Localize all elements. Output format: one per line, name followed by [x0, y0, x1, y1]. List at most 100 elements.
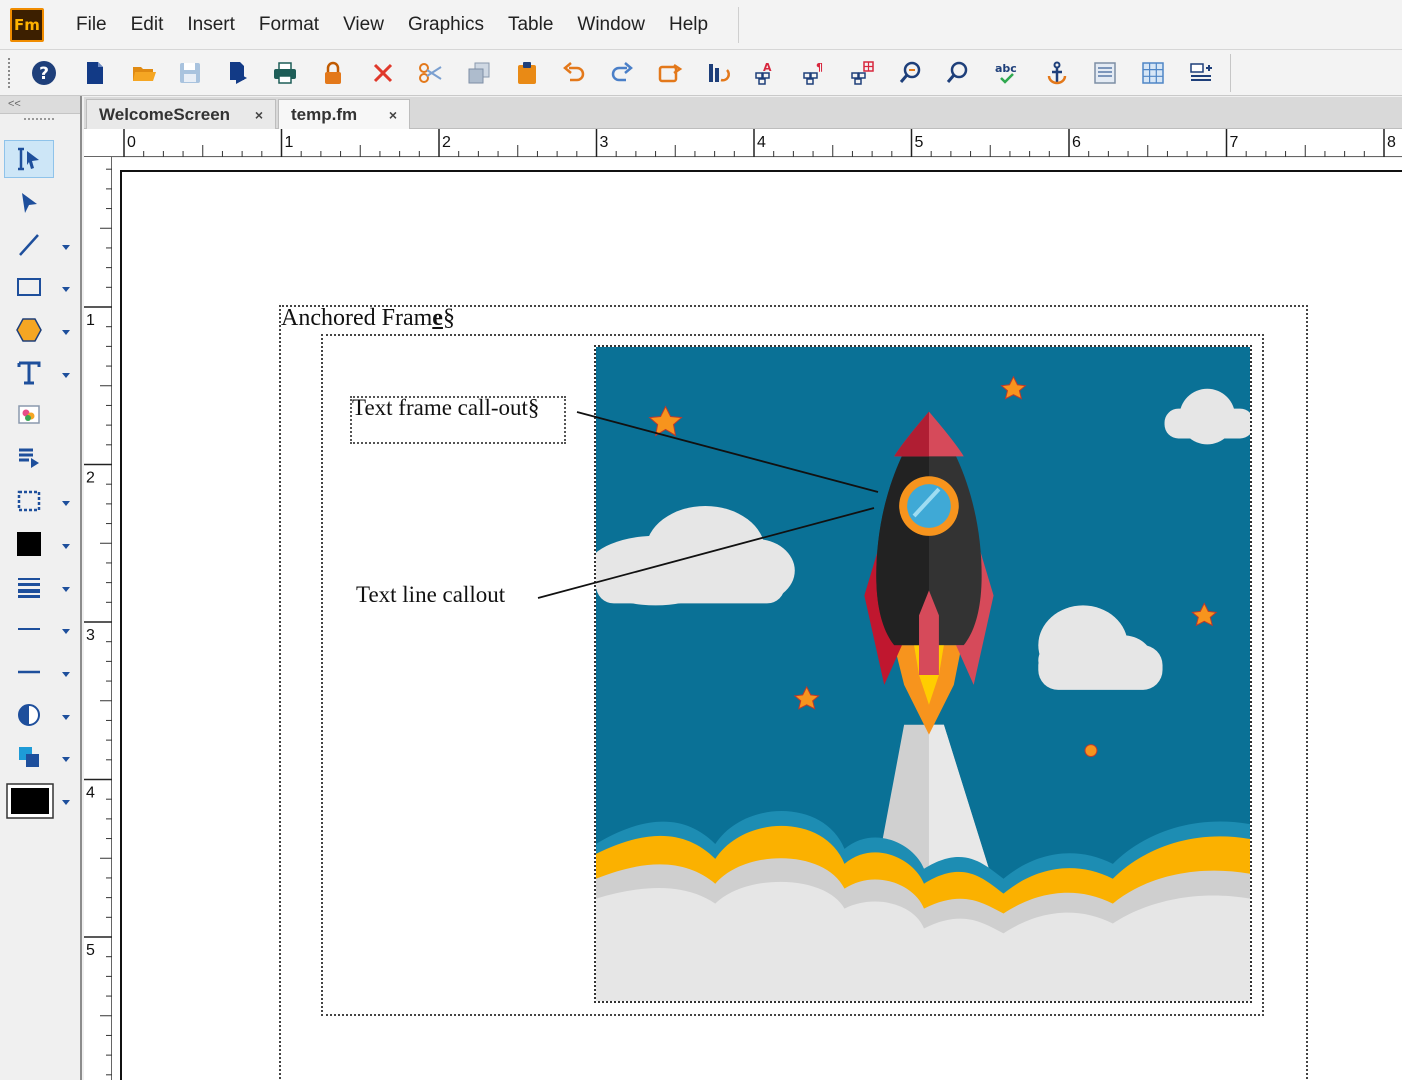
- tab-welcomescreen[interactable]: WelcomeScreen ×: [86, 99, 276, 129]
- line-tool-dropdown-icon[interactable]: [60, 240, 72, 252]
- repeat-icon[interactable]: [655, 58, 685, 88]
- svg-text:abc: abc: [995, 62, 1017, 75]
- palette-collapse-button[interactable]: <<: [0, 96, 80, 114]
- image-tool-icon[interactable]: [4, 396, 54, 434]
- toolbar-grip[interactable]: [8, 58, 12, 88]
- new-document-icon[interactable]: [80, 58, 110, 88]
- text-tool-icon[interactable]: [4, 354, 54, 392]
- ruler-label: 5: [86, 942, 95, 959]
- main-toolbar: ? A ¶ abc: [0, 50, 1402, 96]
- save-as-icon[interactable]: [222, 58, 252, 88]
- insert-row-icon[interactable]: [1186, 58, 1216, 88]
- close-icon[interactable]: ×: [255, 107, 263, 123]
- undo-icon[interactable]: [559, 58, 589, 88]
- ruler-label: 1: [86, 312, 95, 329]
- callout-frame-text[interactable]: Text frame call-out§: [352, 395, 539, 421]
- svg-text:A: A: [763, 61, 772, 74]
- anchor-symbol: e: [432, 305, 443, 331]
- document-tabs: WelcomeScreen × temp.fm ×: [84, 97, 1402, 129]
- ruler-label: 3: [600, 134, 609, 151]
- tint-dropdown-icon[interactable]: [60, 710, 72, 722]
- svg-text:?: ?: [39, 64, 49, 84]
- help-icon[interactable]: ?: [29, 58, 59, 88]
- menu-graphics[interactable]: Graphics: [396, 0, 496, 50]
- paste-icon[interactable]: [512, 58, 542, 88]
- text-frame-icon[interactable]: [1090, 58, 1120, 88]
- palette-grip[interactable]: [24, 118, 54, 124]
- polygon-tool-dropdown-icon[interactable]: [60, 325, 72, 337]
- spell-check-icon[interactable]: abc: [991, 58, 1021, 88]
- pen-color-dropdown-icon[interactable]: [60, 795, 72, 807]
- zoom-icon[interactable]: [943, 58, 973, 88]
- polygon-tool-icon[interactable]: [4, 311, 54, 349]
- line-style-icon[interactable]: [4, 653, 54, 691]
- character-format-icon[interactable]: A: [752, 58, 782, 88]
- ruler-label: 2: [86, 470, 95, 487]
- pen-color-icon[interactable]: [4, 780, 56, 822]
- paragraph-format-icon[interactable]: ¶: [800, 58, 830, 88]
- ruler-label: 0: [127, 134, 136, 151]
- menu-bar: Fm File Edit Insert Format View Graphics…: [0, 0, 1402, 50]
- table-grid-icon[interactable]: [1138, 58, 1168, 88]
- tab-temp-fm[interactable]: temp.fm ×: [278, 99, 410, 129]
- ruler-label: 5: [915, 134, 924, 151]
- vertical-ruler[interactable]: 1 2 3 4 5: [84, 157, 112, 1080]
- menu-help[interactable]: Help: [657, 0, 720, 50]
- redo-icon[interactable]: [607, 58, 637, 88]
- ruler-label: 4: [757, 134, 766, 151]
- open-folder-icon[interactable]: [129, 58, 159, 88]
- cut-icon[interactable]: [416, 58, 446, 88]
- close-icon[interactable]: ×: [389, 107, 397, 123]
- print-icon[interactable]: [270, 58, 300, 88]
- tab-label: temp.fm: [291, 104, 358, 124]
- horizontal-ruler[interactable]: 0 1 2 3 4 5 6 7 8: [84, 129, 1402, 157]
- table-format-icon[interactable]: [848, 58, 878, 88]
- overprint-dropdown-icon[interactable]: [60, 752, 72, 764]
- toolbar-separator: [1230, 54, 1231, 92]
- find-icon[interactable]: [896, 58, 926, 88]
- delete-icon[interactable]: [368, 58, 398, 88]
- menu-edit[interactable]: Edit: [119, 0, 176, 50]
- menu-insert[interactable]: Insert: [175, 0, 247, 50]
- flow-tool-icon[interactable]: [4, 439, 54, 477]
- line-width-icon[interactable]: [4, 568, 54, 606]
- ruler-label: 1: [285, 134, 294, 151]
- fill-color-icon[interactable]: [4, 525, 54, 563]
- fill-color-dropdown-icon[interactable]: [60, 539, 72, 551]
- line-end-icon[interactable]: [4, 610, 54, 648]
- frame-select-dropdown-icon[interactable]: [60, 496, 72, 508]
- menu-file[interactable]: File: [64, 0, 119, 50]
- sort-icon[interactable]: [703, 58, 733, 88]
- menu-table[interactable]: Table: [496, 0, 565, 50]
- overprint-icon[interactable]: [4, 738, 54, 776]
- app-logo: Fm: [10, 7, 44, 42]
- line-end-dropdown-icon[interactable]: [60, 624, 72, 636]
- tools-palette: <<: [0, 96, 82, 1080]
- save-icon[interactable]: [175, 58, 205, 88]
- rectangle-tool-icon[interactable]: [4, 268, 54, 306]
- anchor-icon[interactable]: [1042, 58, 1072, 88]
- lock-icon[interactable]: [318, 58, 348, 88]
- line-tool-icon[interactable]: [4, 226, 54, 264]
- menu-window[interactable]: Window: [565, 0, 657, 50]
- svg-text:¶: ¶: [816, 61, 823, 74]
- select-arrow-tool-icon[interactable]: [4, 184, 54, 222]
- rectangle-tool-dropdown-icon[interactable]: [60, 282, 72, 294]
- line-width-dropdown-icon[interactable]: [60, 582, 72, 594]
- frame-select-tool-icon[interactable]: [4, 482, 54, 520]
- line-style-dropdown-icon[interactable]: [60, 667, 72, 679]
- smart-select-tool-icon[interactable]: [4, 140, 54, 178]
- tint-icon[interactable]: [4, 696, 54, 734]
- rocket-illustration[interactable]: [594, 345, 1252, 1003]
- ruler-label: 3: [86, 627, 95, 644]
- callout-line-text[interactable]: Text line callout: [356, 582, 505, 608]
- ruler-label: 2: [442, 134, 451, 151]
- anchored-frame-label[interactable]: Anchored Frame§: [281, 305, 455, 332]
- menu-separator: [738, 6, 740, 43]
- copy-icon[interactable]: [464, 58, 494, 88]
- ruler-label: 8: [1387, 134, 1396, 151]
- ruler-label: 4: [86, 785, 95, 802]
- menu-view[interactable]: View: [331, 0, 396, 50]
- text-tool-dropdown-icon[interactable]: [60, 368, 72, 380]
- menu-format[interactable]: Format: [247, 0, 331, 50]
